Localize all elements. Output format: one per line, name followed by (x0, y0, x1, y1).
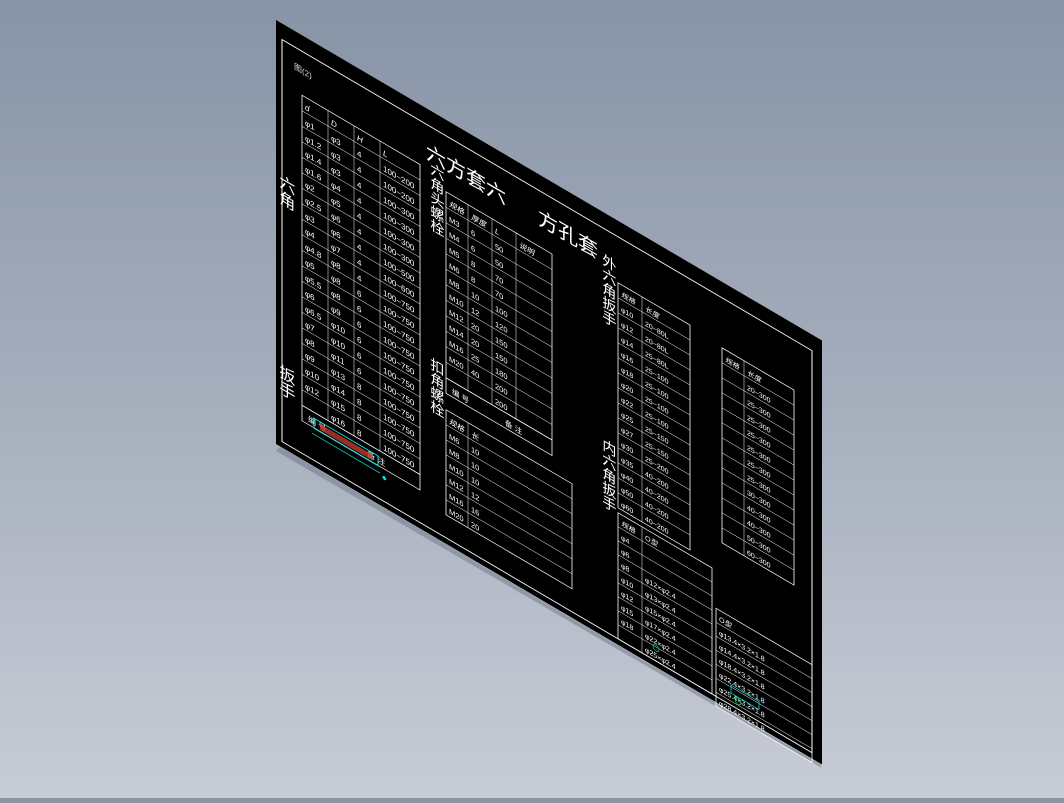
sheet-background (276, 20, 822, 765)
cad-viewport[interactable]: 图(2) 六方套六 方孔套 d D H Lφ1 φ3 4 100~200 φ1.2 φ3 4 100… (0, 0, 1064, 798)
drawing-sheet: 图(2) 六方套六 方孔套 dDHLφ1φ34100~200φ1.2φ34100… (276, 20, 822, 765)
vertical-label-bottom: 内六角扳手 (600, 435, 616, 516)
vertical-label-mid2: 扣角螺栓 (428, 354, 444, 420)
vertical-label-mid: 六角头螺栓 (428, 159, 444, 239)
vertical-label-right: 外六角扳手 (600, 250, 616, 331)
drawing-canvas: 图(2) 六方套六 方孔套 dDHLφ1φ34100~200φ1.2φ34100… (276, 20, 822, 768)
